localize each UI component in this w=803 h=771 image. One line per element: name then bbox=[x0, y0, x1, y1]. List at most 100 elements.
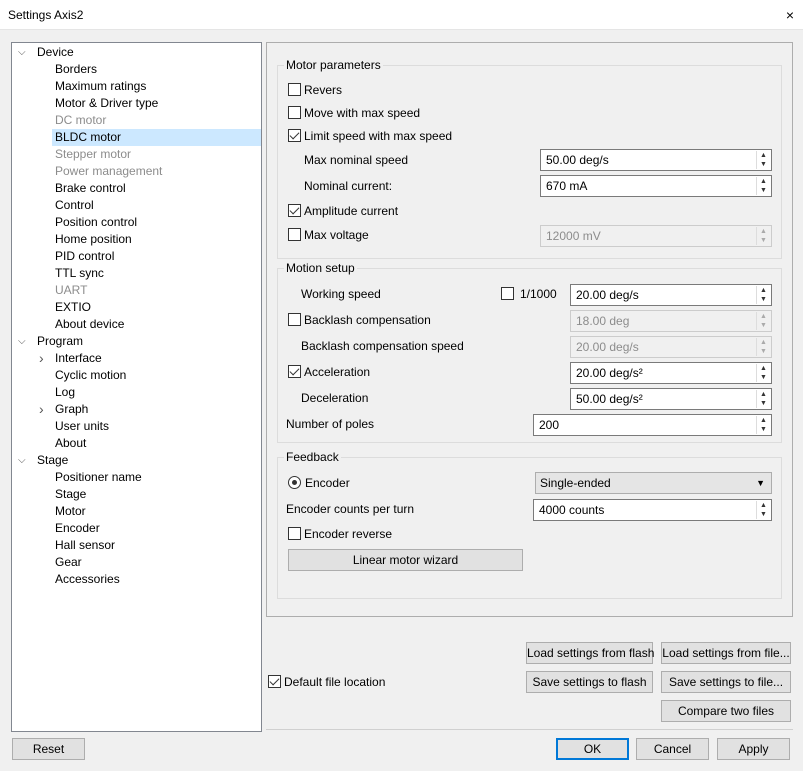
tree-item[interactable]: Graph bbox=[52, 401, 88, 418]
deceleration-spinbox[interactable]: 50.00 deg/s² ▲ ▼ bbox=[570, 388, 772, 410]
tree-item[interactable]: Position control bbox=[52, 214, 137, 231]
tree-item[interactable]: Positioner name bbox=[52, 469, 142, 486]
encoder-counts-label: Encoder counts per turn bbox=[286, 502, 415, 516]
tree-item[interactable]: Hall sensor bbox=[52, 537, 115, 554]
revers-label: Revers bbox=[304, 83, 343, 97]
group-title: Motor parameters bbox=[284, 58, 383, 72]
reset-button[interactable]: Reset bbox=[12, 738, 85, 760]
apply-button[interactable]: Apply bbox=[717, 738, 790, 760]
nominal-current-label: Nominal current: bbox=[304, 179, 393, 193]
spin-value: 12000 mV bbox=[546, 229, 601, 243]
spin-arrows-icon[interactable]: ▲ ▼ bbox=[756, 286, 770, 304]
chevron-down-icon: ▼ bbox=[756, 478, 765, 488]
spin-arrows-icon[interactable]: ▲ ▼ bbox=[756, 177, 770, 195]
tree-item[interactable]: Interface bbox=[52, 350, 102, 367]
poles-spinbox[interactable]: 200 ▲ ▼ bbox=[533, 414, 772, 436]
tree-item[interactable]: Encoder bbox=[52, 520, 100, 537]
tree-item[interactable]: Control bbox=[52, 197, 94, 214]
move-max-speed-label: Move with max speed bbox=[304, 106, 421, 120]
close-icon[interactable]: × bbox=[781, 6, 799, 24]
tree-item[interactable]: Maximum ratings bbox=[52, 78, 146, 95]
cancel-button[interactable]: Cancel bbox=[636, 738, 709, 760]
chevron-down-icon[interactable]: ⌵ bbox=[18, 452, 26, 469]
chevron-down-icon[interactable]: ⌵ bbox=[18, 333, 26, 350]
tree-item[interactable]: Program bbox=[34, 333, 83, 350]
max-voltage-checkbox[interactable] bbox=[288, 228, 301, 241]
chevron-right-icon[interactable]: › bbox=[39, 401, 44, 418]
deceleration-label: Deceleration bbox=[301, 391, 369, 405]
encoder-counts-spinbox[interactable]: 4000 counts ▲ ▼ bbox=[533, 499, 772, 521]
backlash-speed-label: Backlash compensation speed bbox=[301, 339, 464, 353]
max-nominal-speed-spinbox[interactable]: 50.00 deg/s ▲ ▼ bbox=[540, 149, 772, 171]
spin-value: 20.00 deg/s² bbox=[576, 366, 643, 380]
move-max-speed-checkbox[interactable] bbox=[288, 106, 301, 119]
nominal-current-spinbox[interactable]: 670 mA ▲ ▼ bbox=[540, 175, 772, 197]
div1000-checkbox[interactable] bbox=[501, 287, 514, 300]
spin-arrows-icon: ▲ ▼ bbox=[756, 338, 770, 356]
acceleration-label: Acceleration bbox=[304, 365, 371, 379]
tree-item: Stepper motor bbox=[55, 147, 132, 161]
working-speed-spinbox[interactable]: 20.00 deg/s ▲ ▼ bbox=[570, 284, 772, 306]
spin-arrows-icon[interactable]: ▲ ▼ bbox=[756, 390, 770, 408]
spin-arrows-icon[interactable]: ▲ ▼ bbox=[756, 501, 770, 519]
spin-arrows-icon[interactable]: ▲ ▼ bbox=[756, 416, 770, 434]
select-value: Single-ended bbox=[540, 476, 611, 490]
spin-value: 670 mA bbox=[546, 179, 588, 193]
amplitude-current-label: Amplitude current bbox=[304, 204, 399, 218]
title-bar: Settings Axis2 × bbox=[0, 0, 803, 30]
tree-item[interactable]: Accessories bbox=[52, 571, 120, 588]
tree-item[interactable]: Log bbox=[52, 384, 75, 401]
tree-item[interactable]: Motor & Driver type bbox=[52, 95, 158, 112]
tree-item[interactable]: BLDC motor bbox=[52, 129, 261, 146]
spin-arrows-icon[interactable]: ▲ ▼ bbox=[756, 151, 770, 169]
spin-arrows-icon: ▲ ▼ bbox=[756, 227, 770, 245]
acceleration-checkbox[interactable] bbox=[288, 365, 301, 378]
tree-item[interactable]: PID control bbox=[52, 248, 114, 265]
max-voltage-label: Max voltage bbox=[304, 228, 369, 242]
limit-speed-label: Limit speed with max speed bbox=[304, 129, 453, 143]
working-speed-label: Working speed bbox=[301, 287, 381, 301]
encoder-reverse-label: Encoder reverse bbox=[304, 527, 393, 541]
backlash-speed-spinbox: 20.00 deg/s ▲ ▼ bbox=[570, 336, 772, 358]
save-to-file-button[interactable]: Save settings to file... bbox=[661, 671, 791, 693]
tree-item: UART bbox=[55, 283, 88, 297]
tree-item[interactable]: About device bbox=[52, 316, 124, 333]
window-title: Settings Axis2 bbox=[8, 8, 84, 22]
compare-files-button[interactable]: Compare two files bbox=[661, 700, 791, 722]
encoder-type-select[interactable]: Single-ended ▼ bbox=[535, 472, 772, 494]
encoder-radio[interactable] bbox=[288, 476, 301, 489]
group-title: Feedback bbox=[284, 450, 341, 464]
save-to-flash-button[interactable]: Save settings to flash bbox=[526, 671, 653, 693]
tree-item[interactable]: Stage bbox=[34, 452, 68, 469]
revers-checkbox[interactable] bbox=[288, 83, 301, 96]
spin-value: 200 bbox=[539, 418, 560, 432]
tree-item[interactable]: Borders bbox=[52, 61, 97, 78]
encoder-reverse-checkbox[interactable] bbox=[288, 527, 301, 540]
tree-item[interactable]: Gear bbox=[52, 554, 82, 571]
backlash-checkbox[interactable] bbox=[288, 313, 301, 326]
tree-item[interactable]: Brake control bbox=[52, 180, 126, 197]
tree-item[interactable]: Device bbox=[34, 44, 74, 61]
tree-item[interactable]: Home position bbox=[52, 231, 132, 248]
tree-item[interactable]: Cyclic motion bbox=[52, 367, 126, 384]
load-from-flash-button[interactable]: Load settings from flash bbox=[526, 642, 654, 664]
tree-item[interactable]: TTL sync bbox=[52, 265, 104, 282]
chevron-right-icon[interactable]: › bbox=[39, 350, 44, 367]
ok-button[interactable]: OK bbox=[556, 738, 629, 760]
tree-item[interactable]: EXTIO bbox=[52, 299, 91, 316]
spin-arrows-icon[interactable]: ▲ ▼ bbox=[756, 364, 770, 382]
limit-speed-checkbox[interactable] bbox=[288, 129, 301, 142]
acceleration-spinbox[interactable]: 20.00 deg/s² ▲ ▼ bbox=[570, 362, 772, 384]
chevron-down-icon[interactable]: ⌵ bbox=[18, 44, 26, 61]
tree-item[interactable]: Stage bbox=[52, 486, 86, 503]
load-from-file-button[interactable]: Load settings from file... bbox=[661, 642, 791, 664]
amplitude-current-checkbox[interactable] bbox=[288, 204, 301, 217]
spin-value: 4000 counts bbox=[539, 503, 605, 517]
tree-item[interactable]: About bbox=[52, 435, 86, 452]
tree-item: DC motor bbox=[55, 113, 107, 127]
linear-motor-wizard-button[interactable]: Linear motor wizard bbox=[288, 549, 523, 571]
tree-item[interactable]: User units bbox=[52, 418, 109, 435]
tree-item[interactable]: Motor bbox=[52, 503, 86, 520]
settings-tree[interactable]: ⌵ Device Borders Maximum ratings Motor & Dri… bbox=[11, 42, 262, 732]
default-file-location-checkbox[interactable] bbox=[268, 675, 281, 688]
